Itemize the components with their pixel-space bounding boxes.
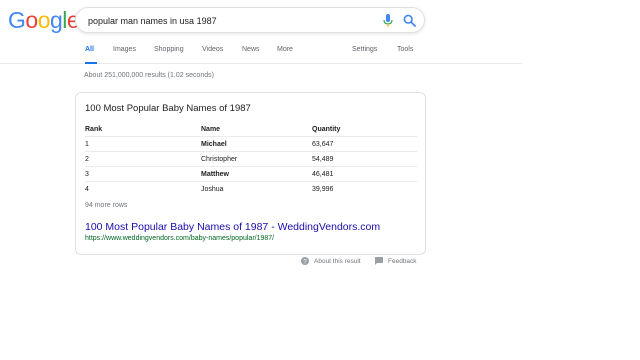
row-quantity: 54,489 — [312, 156, 334, 163]
tab-shopping[interactable]: Shopping — [154, 46, 184, 64]
result-url: https://www.weddingvendors.com/baby-name… — [85, 235, 275, 242]
feedback-link[interactable]: Feedback — [375, 257, 417, 265]
logo-letter: o — [37, 7, 51, 33]
row-rank: 2 — [85, 156, 89, 163]
search-icon[interactable] — [403, 14, 416, 27]
snippet-title: 100 Most Popular Baby Names of 1987 — [85, 103, 251, 114]
header-rank: Rank — [85, 126, 103, 133]
google-logo[interactable]: Google — [8, 7, 80, 33]
logo-letter: o — [25, 7, 38, 33]
row-name: Joshua — [201, 186, 224, 193]
tab-videos[interactable]: Videos — [202, 46, 223, 64]
row-rank: 1 — [85, 141, 89, 148]
about-label: About this result — [314, 257, 361, 265]
about-this-result-link[interactable]: ? About this result — [301, 257, 361, 265]
header-name: Name — [201, 126, 221, 133]
logo-letter: G — [8, 7, 26, 33]
result-stats: About 251,000,000 results (1.02 seconds) — [84, 72, 214, 79]
row-rank: 3 — [85, 171, 89, 178]
result-title-link[interactable]: 100 Most Popular Baby Names of 1987 - We… — [85, 221, 380, 233]
row-rank: 4 — [85, 186, 89, 193]
tab-settings[interactable]: Settings — [352, 46, 377, 64]
table-row: 1 Michael 63,647 — [85, 137, 417, 152]
row-quantity: 39,996 — [312, 186, 334, 193]
table-header-row: Rank Name Quantity — [85, 122, 417, 137]
table-row: 3 Matthew 46,481 — [85, 167, 417, 182]
table-row: 4 Joshua 39,996 — [85, 182, 417, 197]
search-box[interactable] — [75, 7, 425, 33]
feedback-icon — [375, 257, 383, 265]
table-row: 2 Christopher 54,489 — [85, 152, 417, 167]
microphone-icon[interactable] — [383, 14, 393, 27]
header-quantity: Quantity — [312, 126, 341, 133]
tab-more[interactable]: More — [277, 46, 293, 64]
feedback-label: Feedback — [388, 257, 417, 265]
row-quantity: 63,647 — [312, 141, 334, 148]
tab-news[interactable]: News — [242, 46, 260, 64]
search-input[interactable] — [88, 12, 368, 29]
row-name: Michael — [201, 141, 227, 148]
row-quantity: 46,481 — [312, 171, 334, 178]
row-name: Matthew — [201, 171, 229, 178]
tab-images[interactable]: Images — [113, 46, 136, 64]
search-tabs: All Images Shopping Videos News More Set… — [0, 44, 522, 64]
tab-all[interactable]: All — [85, 46, 97, 64]
tab-tools[interactable]: Tools — [397, 46, 413, 64]
help-icon: ? — [301, 257, 309, 265]
row-name: Christopher — [201, 156, 238, 163]
logo-letter: g — [49, 7, 63, 33]
featured-snippet: 100 Most Popular Baby Names of 1987 Rank… — [75, 92, 426, 255]
more-rows-link[interactable]: 94 more rows — [85, 202, 127, 209]
snippet-table: Rank Name Quantity 1 Michael 63,647 2 Ch… — [85, 122, 417, 197]
